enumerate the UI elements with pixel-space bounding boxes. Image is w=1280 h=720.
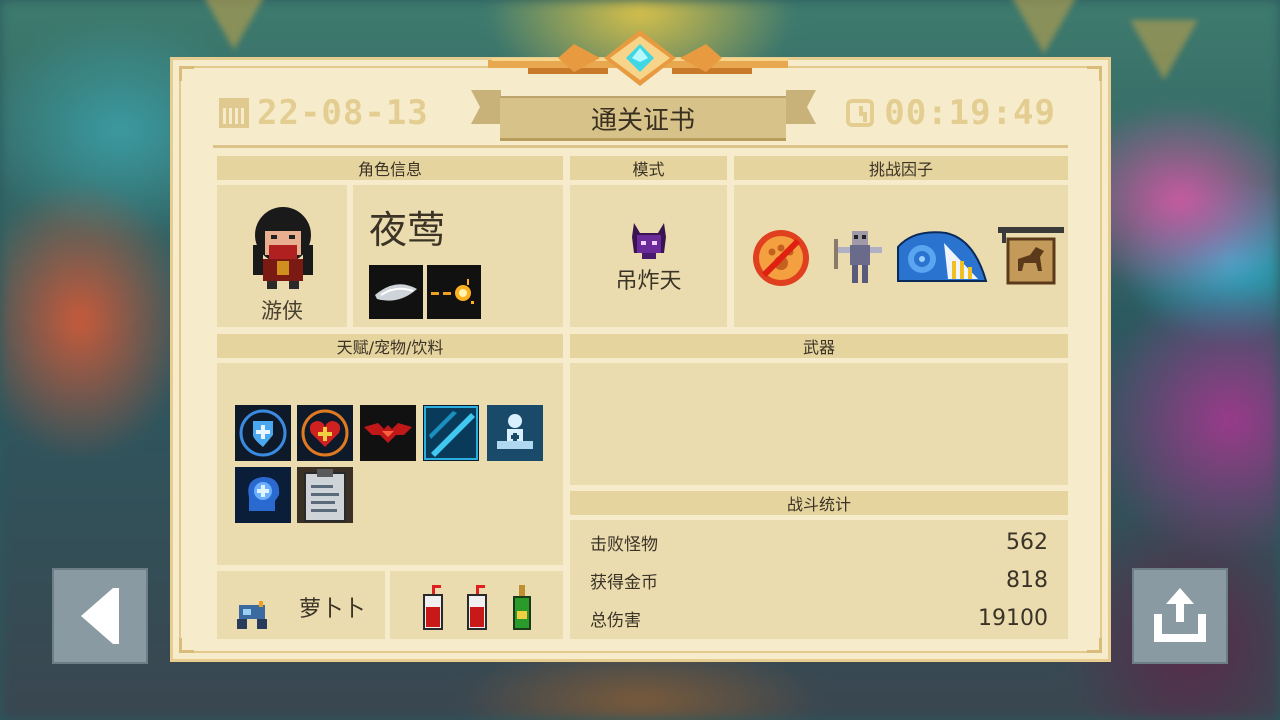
- no-paw-icon: [753, 230, 809, 286]
- bullet-skill-icon: [427, 265, 481, 319]
- stat-value-gold: 818: [1006, 568, 1048, 593]
- arrow-left-icon: [81, 588, 119, 644]
- character-portrait-card: 游侠: [217, 185, 347, 327]
- challenge-section-header: 挑战因子: [734, 156, 1068, 180]
- stats-card: 击败怪物 562 获得金币 818 总伤害 19100: [570, 520, 1068, 639]
- pet-card: 萝卜卜: [217, 571, 385, 639]
- character-skin-name: 夜莺: [369, 208, 446, 252]
- stat-label-kills: 击败怪物: [590, 535, 658, 555]
- red-drink-icon: [423, 585, 443, 630]
- blue-shell-icon: [897, 231, 988, 282]
- weapons-section-header: 武器: [570, 334, 1068, 358]
- clipboard-talent-icon: [297, 467, 353, 523]
- date-display: 22-08-13: [219, 93, 429, 133]
- slash-skill-icon: [369, 265, 423, 319]
- ranger-portrait-icon: [253, 207, 313, 289]
- meditation-talent-icon: [487, 405, 543, 461]
- corner-ornament: [1087, 66, 1102, 81]
- time-text: 00:19:49: [884, 93, 1056, 133]
- stat-label-gold: 获得金币: [590, 573, 658, 593]
- date-text: 22-08-13: [257, 93, 429, 133]
- demon-mode-icon: [632, 223, 666, 259]
- header-divider: [213, 145, 1068, 148]
- bunting-flag: [1010, 0, 1078, 54]
- blue-slash-talent-icon: [423, 405, 479, 461]
- talents-card: [217, 363, 563, 565]
- clock-icon: [846, 99, 875, 127]
- pet-name: 萝卜卜: [299, 597, 366, 622]
- character-info-card: 夜莺: [353, 185, 563, 327]
- skeleton-warrior-icon: [834, 231, 882, 283]
- back-button[interactable]: [52, 568, 148, 664]
- weapons-card: [570, 363, 1068, 485]
- talents-section-header: 天赋/宠物/饮料: [217, 334, 563, 358]
- bat-wings-talent-icon: [360, 405, 416, 461]
- horse-sign-icon: [998, 227, 1064, 285]
- calendar-icon: [219, 98, 249, 128]
- stats-section-header: 战斗统计: [570, 491, 1068, 515]
- corner-ornament: [179, 638, 194, 653]
- robot-pet-icon: [237, 601, 267, 629]
- stat-value-damage: 19100: [978, 606, 1048, 631]
- title-banner: 通关证书: [500, 96, 786, 141]
- mode-name: 吊炸天: [615, 269, 682, 294]
- corner-ornament: [179, 66, 194, 81]
- mode-section-header: 模式: [570, 156, 727, 180]
- share-button[interactable]: [1132, 568, 1228, 664]
- character-class: 游侠: [261, 299, 303, 323]
- shield-talent-icon: [235, 405, 291, 461]
- time-display: 00:19:49: [846, 93, 1056, 133]
- stat-value-kills: 562: [1006, 530, 1048, 555]
- mode-card: 吊炸天: [570, 185, 727, 327]
- share-icon: [1154, 588, 1206, 642]
- heart-talent-icon: [297, 405, 353, 461]
- brain-talent-icon: [235, 467, 291, 523]
- gem-crest-ornament: [488, 30, 788, 86]
- character-section-header: 角色信息: [217, 156, 563, 180]
- page-title: 通关证书: [590, 105, 695, 136]
- red-drink-icon: [467, 585, 487, 630]
- bunting-flag: [200, 0, 268, 50]
- bunting-flag: [1130, 20, 1198, 80]
- drinks-card: [390, 571, 563, 639]
- corner-ornament: [1087, 638, 1102, 653]
- challenge-card: [734, 185, 1068, 327]
- green-bottle-icon: [513, 585, 531, 630]
- stat-label-damage: 总伤害: [590, 611, 641, 631]
- certificate-panel: 22-08-13 通关证书 00:19:49 角色信息 模式 挑战因子 游侠 夜…: [170, 57, 1111, 662]
